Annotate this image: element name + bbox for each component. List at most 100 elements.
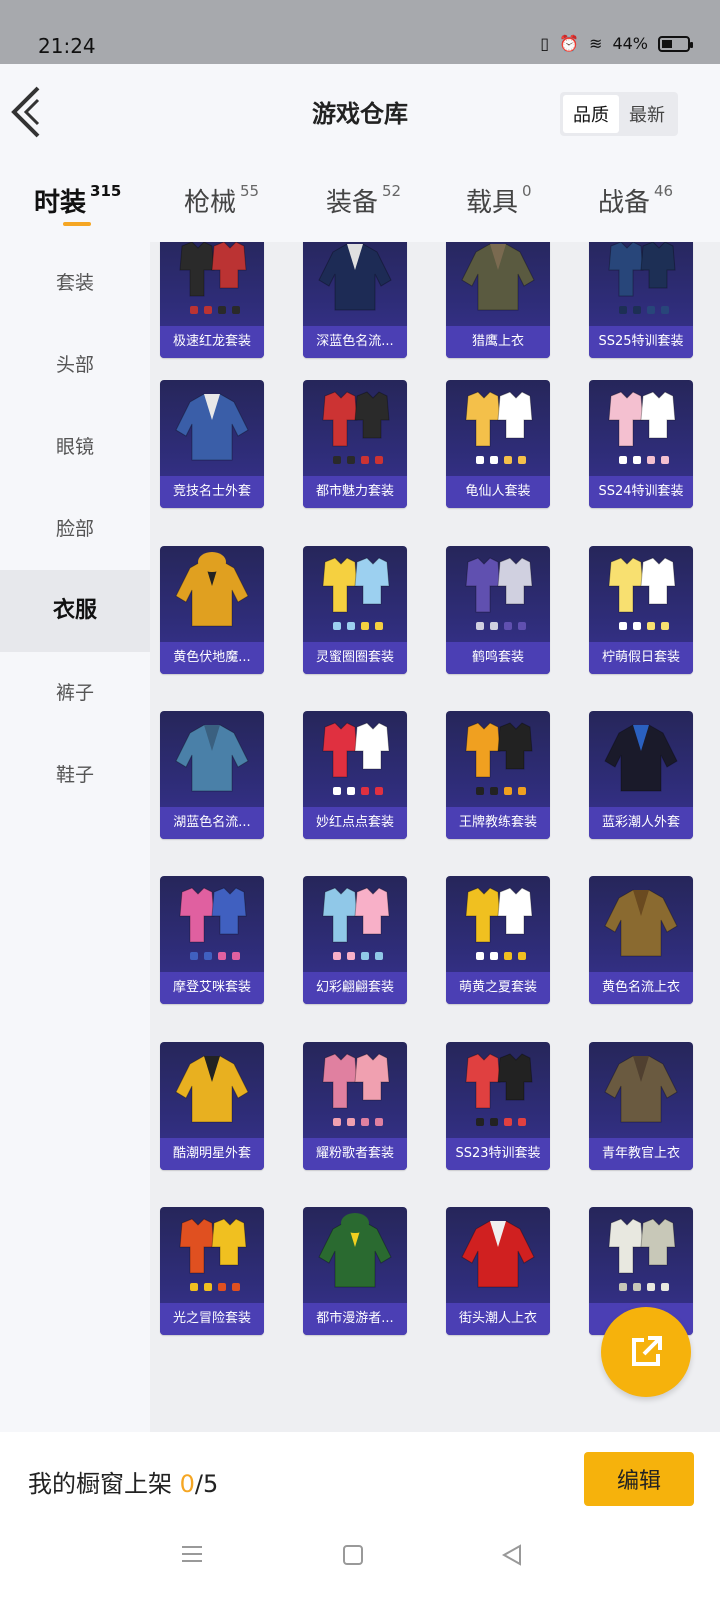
tab-label: 装备 [326,188,379,218]
tab-count: 315 [90,182,122,200]
jacket-icon [461,243,535,311]
item-card[interactable]: 鹤鸣套装 [446,546,550,674]
sort-latest[interactable]: 最新 [619,95,675,133]
item-card[interactable]: 酷潮明星外套 [160,1042,264,1170]
edit-button[interactable]: 编辑 [584,1452,694,1506]
tab-label: 枪械 [184,188,237,218]
menu-nav-button[interactable] [180,1544,204,1568]
vibrate-icon: ▯ [540,34,550,53]
showcase-total: /5 [194,1470,219,1498]
jacket-icon [604,889,678,957]
item-card[interactable]: SS24特训套装 [589,380,693,508]
item-card-label: 都市魅力套装 [303,476,407,508]
item-card[interactable]: 王牌教练套装 [446,711,550,839]
item-card-label: 幻彩翩翩套装 [303,972,407,1004]
showcase-label: 我的橱窗上架 [28,1470,172,1498]
sidebar-item-clothes[interactable]: 衣服 [0,570,150,652]
jacket-icon [461,1220,535,1288]
sidebar-item-glasses[interactable]: 眼镜 [0,406,150,488]
item-card-label: 鹤鸣套装 [446,642,550,674]
item-card[interactable]: 耀粉歌者套装 [303,1042,407,1170]
item-card[interactable]: 灵蜜圈圈套装 [303,546,407,674]
hoodie-icon [318,1213,392,1288]
item-card-label: 妙红点点套装 [303,807,407,839]
item-card-label: 摩登艾咪套装 [160,972,264,1004]
suit-icon [322,1053,390,1126]
item-card[interactable]: 龟仙人套装 [446,380,550,508]
showcase-current: 0 [179,1470,195,1498]
tab-vehicles[interactable]: 载具 0 [466,182,532,219]
item-card-label: 黄色名流上衣 [589,972,693,1004]
sidebar-item-pants[interactable]: 裤子 [0,652,150,734]
suit-icon [322,722,390,795]
status-time: 21:24 [38,34,96,58]
item-card[interactable]: 黄色伏地魔... [160,546,264,674]
item-card[interactable]: 幻彩翩翩套装 [303,876,407,1004]
alarm-icon: ⏰ [559,34,580,53]
item-card[interactable]: 猎鹰上衣 [446,242,550,358]
item-card[interactable]: 都市漫游者... [303,1207,407,1335]
hoodie-icon [175,552,249,627]
item-card[interactable]: 青年教官上衣 [589,1042,693,1170]
tab-supplies[interactable]: 战备 46 [598,182,673,219]
sidebar-item-shoes[interactable]: 鞋子 [0,734,150,816]
jacket-icon [604,724,678,792]
suit-icon [179,887,247,960]
sidebar: 套装 头部 眼镜 脸部 衣服 裤子 鞋子 [0,242,150,1432]
item-card-label: 蓝彩潮人外套 [589,807,693,839]
item-card[interactable]: 黄色名流上衣 [589,876,693,1004]
sort-quality[interactable]: 品质 [563,95,619,133]
suit-icon [465,722,533,795]
tab-count: 46 [654,182,674,200]
item-card[interactable]: 都市魅力套装 [303,380,407,508]
item-card[interactable]: 极速红龙套装 [160,242,264,358]
item-card[interactable]: 光之冒险套装 [160,1207,264,1335]
menu-icon [182,1546,202,1562]
item-card[interactable]: 妙红点点套装 [303,711,407,839]
back-nav-button[interactable] [500,1544,524,1570]
tab-count: 55 [240,182,260,200]
item-card[interactable]: SS23特训套装 [446,1042,550,1170]
item-card[interactable]: SS25特训套装 [589,242,693,358]
suit-icon [465,391,533,464]
sort-toggle[interactable]: 品质 最新 [560,92,678,136]
item-card-label: 耀粉歌者套装 [303,1138,407,1170]
home-icon [343,1545,363,1565]
sidebar-item-face[interactable]: 脸部 [0,488,150,570]
item-card-label: 都市漫游者... [303,1303,407,1335]
item-grid[interactable]: 极速红龙套装 深蓝色名流... 猎鹰上衣 SS25特训套装竞技名士外套 都市魅力套装 龟仙… [150,242,720,1432]
jacket-icon [175,393,249,461]
suit-icon [465,557,533,630]
item-card[interactable]: 摩登艾咪套装 [160,876,264,1004]
item-card-label: 酷潮明星外套 [160,1138,264,1170]
suit-icon [179,242,247,314]
sidebar-item-head[interactable]: 头部 [0,324,150,406]
tab-equipment[interactable]: 装备 52 [326,182,401,219]
item-card-label: 王牌教练套装 [446,807,550,839]
tab-guns[interactable]: 枪械 55 [184,182,259,219]
item-card[interactable]: 深蓝色名流... [303,242,407,358]
item-card-label: SS23特训套装 [446,1138,550,1170]
suit-icon [608,391,676,464]
item-card[interactable]: 柠萌假日套装 [589,546,693,674]
tab-count: 52 [382,182,402,200]
tab-label: 战备 [598,188,651,218]
share-fab[interactable] [601,1307,691,1397]
item-card[interactable]: 竞技名士外套 [160,380,264,508]
home-nav-button[interactable] [342,1544,364,1570]
item-card-label: 街头潮人上衣 [446,1303,550,1335]
item-card-label: 猎鹰上衣 [446,326,550,358]
item-card[interactable]: 萌黄之夏套装 [446,876,550,1004]
item-card[interactable]: 街头潮人上衣 [446,1207,550,1335]
item-card[interactable]: 蓝彩潮人外套 [589,711,693,839]
sidebar-item-suits[interactable]: 套装 [0,242,150,324]
item-card-label: 极速红龙套装 [160,326,264,358]
bottom-bar: 我的橱窗上架 0/5 编辑 [0,1432,720,1516]
item-card-label: 深蓝色名流... [303,326,407,358]
item-card[interactable]: 湖蓝色名流... [160,711,264,839]
tab-fashion[interactable]: 时装 315 [34,182,121,219]
showcase-status: 我的橱窗上架 0/5 [28,1464,218,1499]
category-tabs: 时装 315 枪械 55 装备 52 载具 0 战备 46 [0,158,720,242]
status-icons: ▯ ⏰ ≋ 44% [540,34,693,53]
jacket-icon [175,724,249,792]
